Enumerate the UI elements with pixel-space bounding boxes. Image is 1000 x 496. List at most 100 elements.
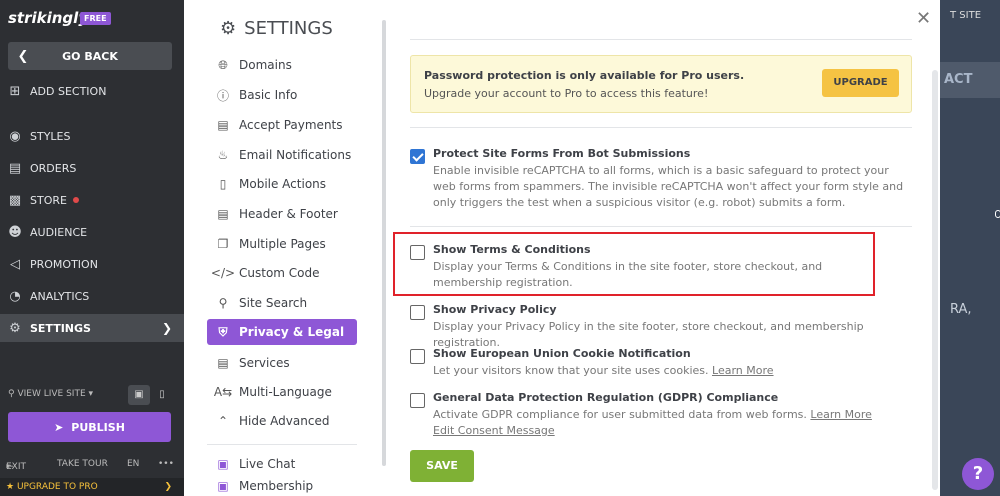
menu-scrollbar[interactable] xyxy=(382,20,386,466)
menu-email-notifications[interactable]: ♨ Email Notifications xyxy=(207,142,357,168)
go-back-button[interactable]: ❮ GO BACK xyxy=(8,42,172,70)
menu-accept-payments[interactable]: ▤ Accept Payments xyxy=(207,112,357,138)
view-live-site-link[interactable]: ⚲ VIEW LIVE SITE ▾ xyxy=(8,389,93,399)
desktop-view-button[interactable]: ▣ xyxy=(128,385,150,405)
option-gdpr: General Data Protection Regulation (GDPR… xyxy=(410,391,912,439)
gear-icon: ⚙ xyxy=(220,18,237,39)
take-tour-button[interactable]: TAKE TOUR xyxy=(57,459,108,469)
nav-add-section[interactable]: ⊞ ADD SECTION xyxy=(0,77,184,105)
option-description: Enable invisible reCAPTCHA to all forms,… xyxy=(433,164,904,209)
audience-icon: ☻ xyxy=(8,224,22,240)
option-description: Let your visitors know that your site us… xyxy=(433,364,774,377)
recaptcha-checkbox[interactable] xyxy=(410,149,425,164)
menu-multi-language[interactable]: A⇆ Multi-Language xyxy=(207,379,357,405)
membership-icon: ▣ xyxy=(217,479,229,493)
option-description: Activate GDPR compliance for user submit… xyxy=(433,408,872,437)
divider xyxy=(410,127,912,128)
mobile-view-button[interactable]: ▯ xyxy=(151,385,173,405)
option-title: Show Privacy Policy xyxy=(433,303,557,316)
megaphone-icon: ◁ xyxy=(10,256,20,272)
help-button[interactable]: ? xyxy=(962,458,994,490)
chevron-up-icon: ⌃ xyxy=(217,414,229,428)
mobile-icon: ▯ xyxy=(219,177,227,191)
edit-consent-message-link[interactable]: Edit Consent Message xyxy=(433,424,555,437)
store-icon: ▩ xyxy=(8,192,22,208)
layout-icon: ▤ xyxy=(217,207,229,221)
nav-store[interactable]: ▩ STORE xyxy=(0,186,184,214)
more-menu-button[interactable]: ••• xyxy=(158,459,174,469)
learn-more-link[interactable]: Learn More xyxy=(712,364,774,377)
menu-domains[interactable]: 🌐︎ Domains xyxy=(207,52,357,78)
option-privacy-policy: Show Privacy Policy Display your Privacy… xyxy=(410,303,912,349)
menu-services[interactable]: ▤ Services xyxy=(207,350,357,376)
upgrade-to-pro-link[interactable]: ★ UPGRADE TO PRO ❯ xyxy=(0,478,184,496)
nav-promotion[interactable]: ◁ PROMOTION xyxy=(0,250,184,278)
desktop-icon: ▣ xyxy=(134,389,144,400)
content-scrollbar[interactable] xyxy=(932,70,938,490)
globe-icon: 🌐︎ xyxy=(218,57,228,72)
strikingly-logo: strikingly xyxy=(8,9,89,27)
divider xyxy=(410,226,912,227)
menu-site-search[interactable]: ⚲ Site Search xyxy=(207,290,357,316)
chevron-right-icon: ❯ xyxy=(161,321,172,335)
chevron-left-icon: ❮ xyxy=(17,48,29,64)
bell-icon: ♨ xyxy=(217,148,229,162)
editor-sidebar: strikingly FREE ❮ GO BACK ⊞ ADD SECTION … xyxy=(0,0,184,496)
nav-orders[interactable]: ▤ ORDERS xyxy=(0,154,184,182)
preview-text-fragment: RA, xyxy=(950,302,972,317)
contact-button-fragment: ACT xyxy=(940,62,1000,98)
plan-badge: FREE xyxy=(80,12,111,25)
orders-icon: ▤ xyxy=(8,160,22,176)
site-preview: T SITE ACT RA, xyxy=(940,0,1000,496)
menu-custom-code[interactable]: </> Custom Code xyxy=(207,260,357,286)
credit-card-icon: ▤ xyxy=(217,118,229,132)
mobile-icon: ▯ xyxy=(159,389,165,400)
cursor-marker xyxy=(995,210,1000,218)
nav-styles[interactable]: ◉ STYLES xyxy=(0,122,184,150)
editor-footer: ⇤ EXIT TAKE TOUR EN ••• xyxy=(6,459,174,472)
search-icon: ⚲ xyxy=(218,296,228,310)
pro-notice: Password protection is only available fo… xyxy=(410,55,912,113)
menu-basic-info[interactable]: ⓘ Basic Info xyxy=(207,82,357,108)
eu-cookie-checkbox[interactable] xyxy=(410,349,425,364)
menu-live-chat[interactable]: ▣ Live Chat xyxy=(207,451,357,477)
option-recaptcha: Protect Site Forms From Bot Submissions … xyxy=(410,147,912,211)
notification-dot xyxy=(72,197,79,203)
pages-icon: ❐ xyxy=(217,237,229,251)
upgrade-button[interactable]: UPGRADE xyxy=(822,69,899,97)
chat-icon: ▣ xyxy=(217,457,229,471)
info-icon: ⓘ xyxy=(216,88,229,103)
highlight-box xyxy=(393,232,875,296)
learn-more-link[interactable]: Learn More xyxy=(810,408,872,421)
scrolled-content-edge xyxy=(410,10,912,40)
pro-notice-title: Password protection is only available fo… xyxy=(424,69,745,82)
rocket-icon: ➤ xyxy=(54,420,64,434)
nav-audience[interactable]: ☻ AUDIENCE xyxy=(0,218,184,246)
option-title: General Data Protection Regulation (GDPR… xyxy=(433,391,779,404)
menu-multiple-pages[interactable]: ❐ Multiple Pages xyxy=(207,231,357,257)
option-title: Protect Site Forms From Bot Submissions xyxy=(433,147,691,160)
menu-membership[interactable]: ▣ Membership xyxy=(207,479,357,496)
menu-privacy-legal[interactable]: ⛨ Privacy & Legal xyxy=(207,319,357,345)
save-button[interactable]: SAVE xyxy=(410,450,474,482)
nav-analytics[interactable]: ◔ ANALYTICS xyxy=(0,282,184,310)
shield-icon: ⛨ xyxy=(218,324,228,339)
analytics-icon: ◔ xyxy=(9,288,21,304)
privacy-policy-checkbox[interactable] xyxy=(410,305,425,320)
menu-hide-advanced[interactable]: ⌃ Hide Advanced xyxy=(207,408,357,434)
menu-mobile-actions[interactable]: ▯ Mobile Actions xyxy=(207,171,357,197)
settings-title: ⚙ SETTINGS xyxy=(220,18,333,39)
pro-notice-subtitle: Upgrade your account to Pro to access th… xyxy=(424,87,709,100)
publish-button[interactable]: ➤ PUBLISH xyxy=(8,412,171,442)
chevron-right-icon: ❯ xyxy=(164,482,172,492)
gdpr-checkbox[interactable] xyxy=(410,393,425,408)
star-icon: ★ xyxy=(6,482,17,492)
gear-icon: ⚙ xyxy=(9,320,21,336)
language-button[interactable]: EN xyxy=(127,459,139,469)
visit-site-link: T SITE xyxy=(950,10,982,21)
services-icon: ▤ xyxy=(217,356,229,370)
nav-settings[interactable]: ⚙ SETTINGS ❯ xyxy=(0,314,184,342)
close-icon[interactable]: ✕ xyxy=(916,8,931,29)
menu-header-footer[interactable]: ▤ Header & Footer xyxy=(207,201,357,227)
option-eu-cookie: Show European Union Cookie Notification … xyxy=(410,347,912,379)
